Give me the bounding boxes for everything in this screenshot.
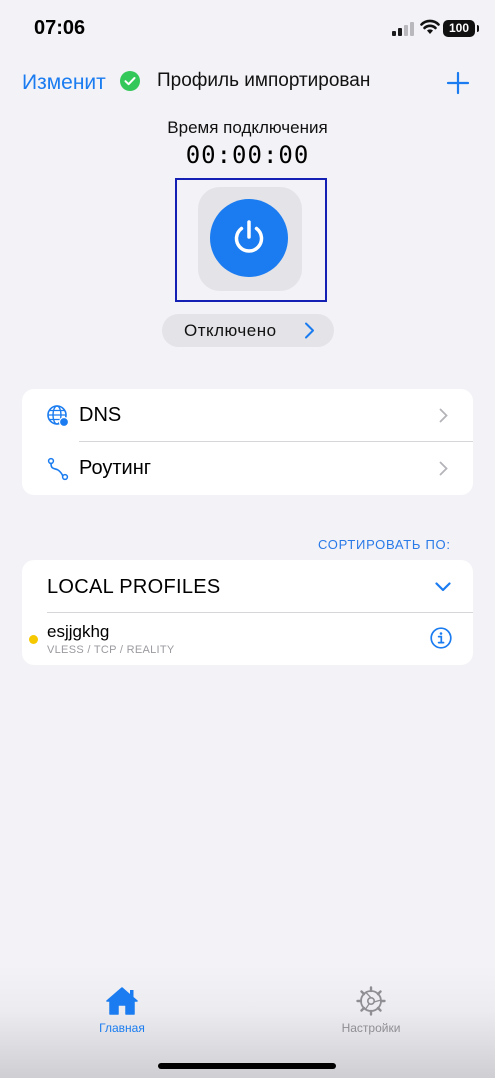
check-circle-icon <box>120 71 140 91</box>
menu-item-label: DNS <box>79 404 122 426</box>
connection-state-label: Отключено <box>184 321 277 340</box>
info-icon[interactable] <box>430 627 452 649</box>
status-time: 07:06 <box>34 17 86 39</box>
tab-label: Настройки <box>341 1021 401 1035</box>
chevron-right-icon <box>305 322 314 339</box>
menu-item-dns[interactable]: DNS <box>22 389 473 442</box>
home-icon <box>106 987 138 1015</box>
edit-button[interactable]: Изменит <box>22 71 106 95</box>
cellular-signal-icon <box>392 22 414 36</box>
power-button-frame <box>175 178 327 302</box>
connection-time-label: Время подключения <box>167 118 328 137</box>
power-icon <box>234 220 264 253</box>
settings-menu-card: DNS Роутинг <box>22 389 473 495</box>
chevron-right-icon <box>439 408 448 423</box>
profiles-card: LOCAL PROFILES esjjgkhg VLESS / TCP / RE… <box>22 560 473 665</box>
connection-state-button[interactable]: Отключено <box>162 314 334 347</box>
profile-list-item[interactable]: esjjgkhg VLESS / TCP / REALITY <box>22 613 473 665</box>
profile-status-dot <box>29 635 38 644</box>
plus-icon[interactable] <box>446 71 470 95</box>
chevron-down-icon <box>435 582 451 592</box>
home-indicator <box>158 1063 336 1069</box>
profile-protocol: VLESS / TCP / REALITY <box>47 644 175 656</box>
wifi-icon <box>420 19 440 34</box>
chevron-right-icon <box>439 461 448 476</box>
tab-settings[interactable]: Настройки <box>311 986 431 1046</box>
settings-gear-icon <box>356 986 386 1016</box>
globe-icon <box>47 405 70 428</box>
power-button-tile <box>198 187 302 291</box>
status-bar: 07:06 100 <box>0 0 495 56</box>
profiles-group-header[interactable]: LOCAL PROFILES <box>22 560 473 612</box>
power-button[interactable] <box>210 199 288 277</box>
profile-status-text: Профиль импортирован <box>157 70 371 91</box>
battery-indicator: 100 <box>443 20 479 37</box>
menu-item-label: Роутинг <box>79 457 152 479</box>
nav-bar: Изменит Профиль импортирован <box>0 64 495 104</box>
tab-bar: Главная Настройки <box>0 966 495 1078</box>
profiles-group-title: LOCAL PROFILES <box>47 576 221 598</box>
profile-name: esjjgkhg <box>47 622 110 641</box>
sort-button[interactable]: СОРТИРОВАТЬ ПО: <box>318 537 451 552</box>
connection-timer: 00:00:00 <box>185 141 310 169</box>
tab-label: Главная <box>99 1021 145 1035</box>
menu-item-routing[interactable]: Роутинг <box>22 442 473 495</box>
tab-home[interactable]: Главная <box>62 986 182 1046</box>
route-icon <box>47 457 69 481</box>
